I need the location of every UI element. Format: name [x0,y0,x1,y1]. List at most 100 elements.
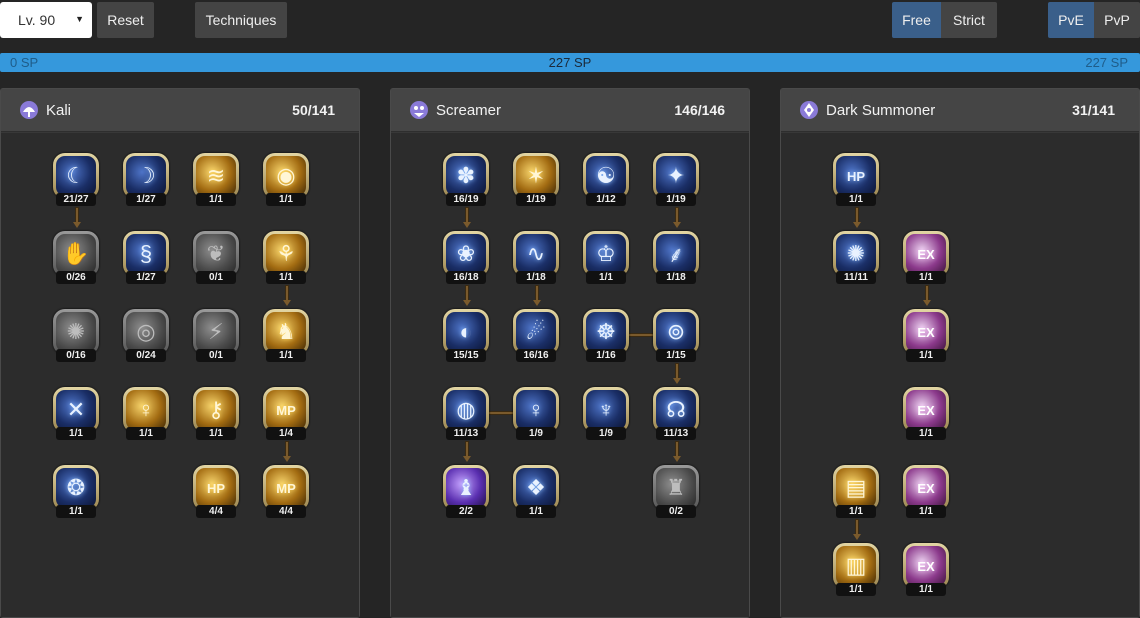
skill-slot[interactable]: ♞ 1/1 [263,309,309,363]
skill-icon: ⊚ [656,312,696,352]
skill-icon: MP [266,468,306,508]
skill-slot[interactable]: ✋ 0/26 [53,231,99,285]
skill-slot[interactable]: ◍ 11/13 [443,387,489,441]
skill-slot[interactable]: HP 4/4 [193,465,239,519]
skill-slot[interactable]: ✺ 11/11 [833,231,879,285]
skill-slot[interactable]: ☾ 21/27 [53,153,99,207]
skill-level: 1/1 [56,427,96,440]
skill-glyph: ♀ [137,397,155,422]
skill-level: 1/18 [516,271,556,284]
panel-title: Screamer [436,101,502,119]
skill-slot[interactable]: ♝ 2/2 [443,465,489,519]
skill-glyph: EX [917,480,935,496]
skill-slot[interactable]: ▥ 1/1 [833,543,879,597]
skill-icon: ≋ [196,156,236,196]
skill-level: 1/1 [266,349,306,362]
skill-slot[interactable]: ☯ 1/12 [583,153,629,207]
skill-icon: ⚷ [196,390,236,430]
skill-glyph: ≋ [206,163,226,188]
techniques-button[interactable]: Techniques [195,2,287,38]
connector-arrow-icon [923,300,931,306]
skill-level: 1/27 [126,271,166,284]
skill-level: 1/1 [906,427,946,440]
skill-icon: ✦ [656,156,696,196]
skill-level: 4/4 [266,505,306,518]
skill-slot[interactable]: ✽ 16/19 [443,153,489,207]
skill-slot[interactable]: ❂ 1/1 [53,465,99,519]
connector-arrow-icon [673,378,681,384]
skill-level: 1/19 [656,193,696,206]
free-mode-button[interactable]: Free [892,2,941,38]
panel-sp-count: 31/141 [1072,102,1115,118]
skill-slot[interactable]: ♜ 0/2 [653,465,699,519]
skill-slot[interactable]: ☄ 16/16 [513,309,559,363]
skill-icon: ✺ [836,234,876,274]
strict-mode-button[interactable]: Strict [941,2,997,38]
skill-slot[interactable]: ☽ 1/27 [123,153,169,207]
skill-glyph: EX [917,558,935,574]
skill-slot[interactable]: ❖ 1/1 [513,465,559,519]
skill-level: 1/1 [906,583,946,596]
skill-icon: EX [906,234,946,274]
skill-slot[interactable]: ☊ 11/13 [653,387,699,441]
skill-slot[interactable]: ♆ 1/9 [583,387,629,441]
skill-slot[interactable]: EX 1/1 [903,465,949,519]
skill-glyph: ❂ [66,475,86,500]
skill-slot[interactable]: ≋ 1/1 [193,153,239,207]
skill-slot[interactable]: ✺ 0/16 [53,309,99,363]
connector-arrow-icon [463,456,471,462]
sp-max: 227 SP [1085,55,1128,70]
skill-glyph: ☊ [666,397,686,422]
panel-kali: Kali 50/141 ☾ 21/27 ☽ 1/27 ≋ 1/1 ◉ 1/1 ✋ 0/26 § 1/2… [0,88,360,618]
connector-arrow-icon [673,222,681,228]
connector-arrow-icon [853,534,861,540]
skill-slot[interactable]: ⚘ 1/1 [263,231,309,285]
skill-slot[interactable]: ▤ 1/1 [833,465,879,519]
panel-title: Dark Summoner [826,101,936,119]
skill-simulator: Lv. 90 ▼ Reset Techniques Free Strict Pv… [0,0,1140,618]
level-select[interactable]: Lv. 90 ▼ [0,2,92,38]
skill-level: 2/2 [446,505,486,518]
skill-slot[interactable]: ☸ 1/16 [583,309,629,363]
skill-slot[interactable]: EX 1/1 [903,309,949,363]
skill-slot[interactable]: ⚡ 0/1 [193,309,239,363]
skill-connector [75,207,79,223]
skill-slot[interactable]: ♀ 1/9 [513,387,559,441]
skill-level: 1/12 [586,193,626,206]
skill-slot[interactable]: ◉ 1/1 [263,153,309,207]
skill-slot[interactable]: ❀ 16/18 [443,231,489,285]
skill-glyph: ⚘ [276,241,296,266]
skill-slot[interactable]: ⊚ 1/15 [653,309,699,363]
skill-slot[interactable]: MP 1/4 [263,387,309,441]
skill-slot[interactable]: ⸙ 1/18 [653,231,699,285]
skill-slot[interactable]: ✦ 1/19 [653,153,699,207]
skill-level: 16/18 [446,271,486,284]
skill-level: 1/1 [196,427,236,440]
skill-level: 0/1 [196,349,236,362]
skill-slot[interactable]: ♔ 1/1 [583,231,629,285]
skill-slot[interactable]: ◎ 0/24 [123,309,169,363]
skill-slot[interactable]: ❦ 0/1 [193,231,239,285]
skill-slot[interactable]: ✶ 1/19 [513,153,559,207]
skill-slot[interactable]: ◐ 15/15 [443,309,489,363]
skill-icon: EX [906,312,946,352]
pvp-button[interactable]: PvP [1094,2,1140,38]
reset-button[interactable]: Reset [97,2,154,38]
skill-slot[interactable]: ⚷ 1/1 [193,387,239,441]
skill-slot[interactable]: EX 1/1 [903,387,949,441]
skill-slot[interactable]: MP 4/4 [263,465,309,519]
connector-arrow-icon [73,222,81,228]
skill-slot[interactable]: EX 1/1 [903,543,949,597]
panel-sp-count: 50/141 [292,102,335,118]
skill-slot[interactable]: ∿ 1/18 [513,231,559,285]
skill-slot[interactable]: ✕ 1/1 [53,387,99,441]
skill-slot[interactable]: EX 1/1 [903,231,949,285]
skill-icon: § [126,234,166,274]
pve-button[interactable]: PvE [1048,2,1094,38]
skill-slot[interactable]: § 1/27 [123,231,169,285]
skill-icon: EX [906,468,946,508]
skill-glyph: ☯ [596,163,616,188]
skill-slot[interactable]: HP 1/1 [833,153,879,207]
skill-slot[interactable]: ♀ 1/1 [123,387,169,441]
skill-icon: ⚘ [266,234,306,274]
